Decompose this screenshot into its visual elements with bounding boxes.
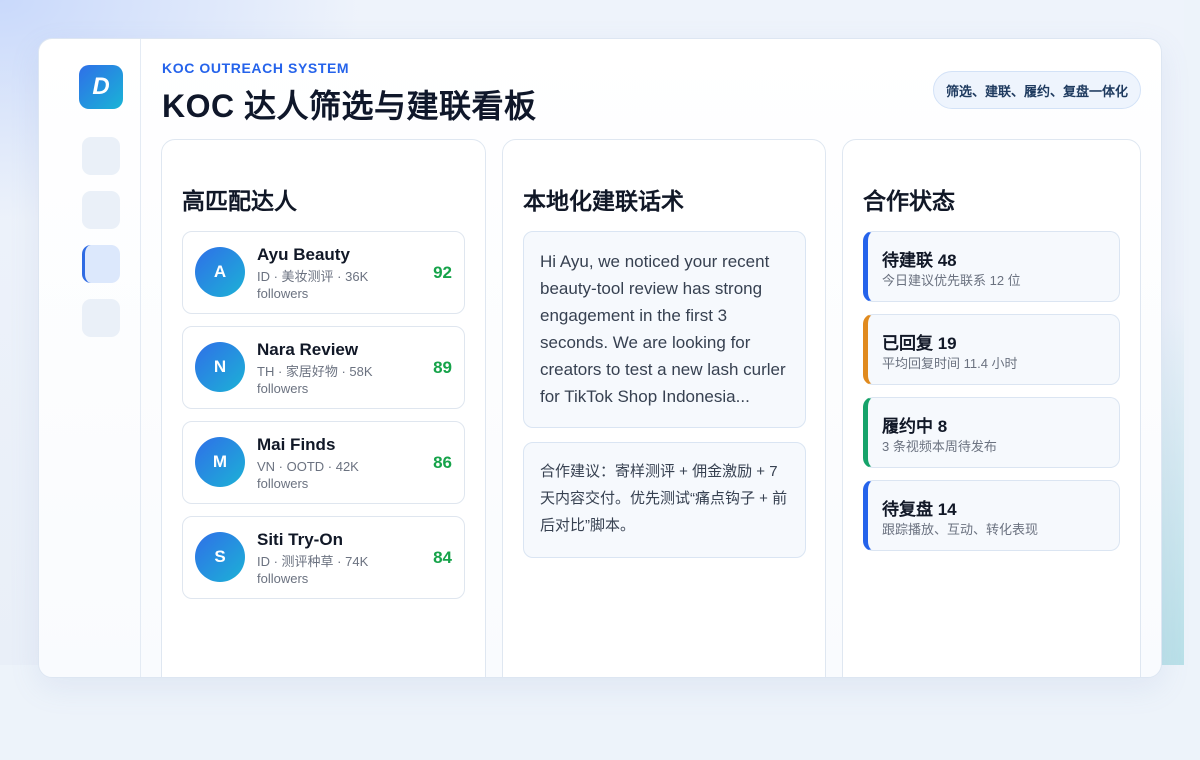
status-card-review[interactable]: 待复盘 14 跟踪播放、互动、转化表现 (863, 480, 1120, 551)
page-title: KOC 达人筛选与建联看板 (162, 88, 537, 124)
creator-meta: VN · OOTD · 42K followers (257, 459, 359, 491)
creator-card[interactable]: S Siti Try-On ID · 测评种草 · 74K followers … (182, 516, 465, 599)
creators-panel: 高匹配达人 A Ayu Beauty ID · 美妆测评 · 36K follo… (161, 139, 486, 677)
avatar: M (195, 437, 245, 487)
status-title: 待复盘 14 (882, 500, 957, 519)
status-card-replied[interactable]: 已回复 19 平均回复时间 11.4 小时 (863, 314, 1120, 385)
rail-nav-item-2[interactable] (82, 191, 120, 229)
outreach-panel-title: 本地化建联话术 (523, 188, 684, 214)
creator-name: Ayu Beauty (257, 245, 350, 264)
status-title: 履约中 8 (882, 417, 948, 436)
app-logo[interactable]: D (79, 65, 123, 109)
creator-name: Siti Try-On (257, 530, 343, 549)
creators-panel-title: 高匹配达人 (182, 188, 297, 214)
rail-nav-item-1[interactable] (82, 137, 120, 175)
outreach-panel: 本地化建联话术 Hi Ayu, we noticed your recent b… (502, 139, 826, 677)
status-subtext: 平均回复时间 11.4 小时 (882, 356, 1018, 371)
creator-card[interactable]: N Nara Review TH · 家居好物 · 58K followers … (182, 326, 465, 409)
status-title: 已回复 19 (882, 334, 957, 353)
outreach-message[interactable]: Hi Ayu, we noticed your recent beauty-to… (523, 231, 806, 428)
status-card-fulfilling[interactable]: 履约中 8 3 条视频本周待发布 (863, 397, 1120, 468)
avatar: A (195, 247, 245, 297)
status-subtext: 今日建议优先联系 12 位 (882, 273, 1021, 288)
status-title: 待建联 48 (882, 251, 957, 270)
status-subtext: 3 条视频本周待发布 (882, 439, 997, 454)
creator-meta: ID · 测评种草 · 74K followers (257, 554, 369, 586)
avatar: S (195, 532, 245, 582)
creator-card[interactable]: A Ayu Beauty ID · 美妆测评 · 36K followers 9… (182, 231, 465, 314)
creator-meta: ID · 美妆测评 · 36K followers (257, 269, 369, 301)
match-score: 84 (433, 548, 452, 567)
status-panel-title: 合作状态 (863, 188, 955, 214)
side-rail: D (39, 39, 141, 677)
avatar: N (195, 342, 245, 392)
status-card-pending[interactable]: 待建联 48 今日建议优先联系 12 位 (863, 231, 1120, 302)
rail-nav-item-4[interactable] (82, 299, 120, 337)
match-score: 89 (433, 358, 452, 377)
header-kicker: KOC OUTREACH SYSTEM (162, 60, 350, 76)
rail-nav-item-3-active[interactable] (82, 245, 120, 283)
creator-meta: TH · 家居好物 · 58K followers (257, 364, 373, 396)
match-score: 86 (433, 453, 452, 472)
header-tag-pill: 筛选、建联、履约、复盘一体化 (932, 71, 1141, 109)
match-score: 92 (433, 263, 452, 282)
creator-name: Mai Finds (257, 435, 336, 454)
status-panel: 合作状态 待建联 48 今日建议优先联系 12 位 已回复 19 平均回复时间 … (842, 139, 1141, 677)
creator-card[interactable]: M Mai Finds VN · OOTD · 42K followers 86 (182, 421, 465, 504)
app-window: D KOC OUTREACH SYSTEM KOC 达人筛选与建联看板 筛选、建… (38, 38, 1162, 678)
cooperation-suggestion: 合作建议：寄样测评 + 佣金激励 + 7 天内容交付。优先测试“痛点钩子 + 前… (523, 442, 806, 558)
status-subtext: 跟踪播放、互动、转化表现 (882, 522, 1039, 537)
creator-name: Nara Review (257, 340, 359, 359)
